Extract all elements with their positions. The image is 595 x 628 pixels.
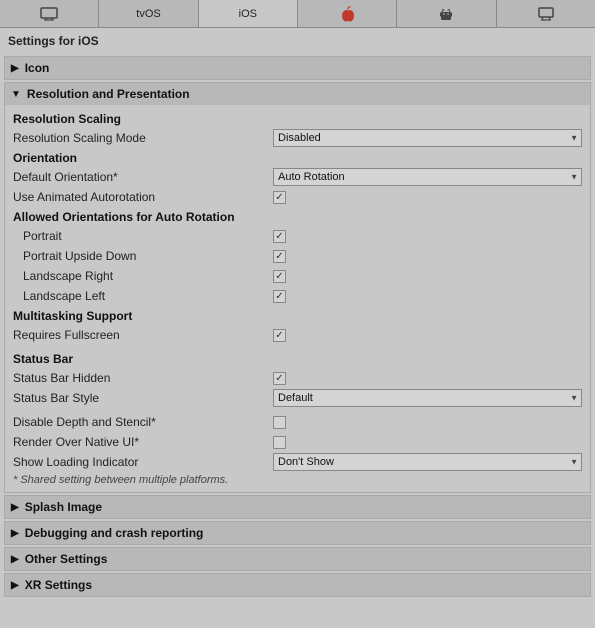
chevron-right-icon-other: ▶ [11, 554, 19, 565]
animated-autorotation-checkbox[interactable] [273, 191, 286, 204]
requires-fullscreen-control [273, 329, 582, 342]
section-debugging-header[interactable]: ▶ Debugging and crash reporting [5, 522, 590, 544]
default-orientation-dropdown[interactable]: Auto Rotation Portrait Landscape Left La… [273, 168, 582, 186]
resolution-scaling-mode-dropdown-wrap: Disabled Fixed DPI FixedWidth FixedHeigh… [273, 129, 582, 147]
portrait-upside-down-checkbox[interactable] [273, 250, 286, 263]
resolution-scaling-mode-control: Disabled Fixed DPI FixedWidth FixedHeigh… [273, 129, 582, 147]
row-status-bar-style: Status Bar Style Default Light Content D… [13, 388, 582, 408]
subsection-resolution-scaling-title: Resolution Scaling [13, 109, 582, 128]
section-xr-header[interactable]: ▶ XR Settings [5, 574, 590, 596]
subsection-status-bar-title: Status Bar [13, 349, 582, 368]
section-debugging: ▶ Debugging and crash reporting [4, 521, 591, 545]
chevron-right-icon-xr: ▶ [11, 580, 19, 591]
section-resolution-header[interactable]: ▼ Resolution and Presentation [5, 83, 590, 105]
disable-depth-control [273, 416, 582, 429]
portrait-checkbox[interactable] [273, 230, 286, 243]
tab-bar: tvOS iOS [0, 0, 595, 28]
tab-other[interactable] [497, 0, 595, 27]
portrait-upside-down-label: Portrait Upside Down [13, 249, 273, 263]
resolution-scaling-mode-label: Resolution Scaling Mode [13, 131, 273, 145]
row-show-loading: Show Loading Indicator Don't Show Always… [13, 452, 582, 472]
android-icon [439, 6, 453, 22]
requires-fullscreen-label: Requires Fullscreen [13, 328, 273, 342]
row-portrait-upside-down: Portrait Upside Down [13, 246, 582, 266]
landscape-right-checkbox[interactable] [273, 270, 286, 283]
landscape-right-label: Landscape Right [13, 269, 273, 283]
section-resolution: ▼ Resolution and Presentation Resolution… [4, 82, 591, 493]
section-resolution-body: Resolution Scaling Resolution Scaling Mo… [5, 105, 590, 492]
show-loading-control: Don't Show Always Only in Editor [273, 453, 582, 471]
landscape-left-control [273, 290, 582, 303]
show-loading-dropdown[interactable]: Don't Show Always Only in Editor [273, 453, 582, 471]
row-requires-fullscreen: Requires Fullscreen [13, 325, 582, 345]
page-title: Settings for iOS [0, 28, 595, 54]
tab-monitor[interactable] [0, 0, 99, 27]
chevron-right-icon: ▶ [11, 63, 19, 74]
section-other: ▶ Other Settings [4, 547, 591, 571]
subsection-orientation-title: Orientation [13, 148, 582, 167]
chevron-down-icon: ▼ [11, 89, 21, 100]
portrait-control [273, 230, 582, 243]
chevron-right-icon-debugging: ▶ [11, 528, 19, 539]
resolution-scaling-mode-dropdown[interactable]: Disabled Fixed DPI FixedWidth FixedHeigh… [273, 129, 582, 147]
default-orientation-label: Default Orientation* [13, 170, 273, 184]
status-bar-style-dropdown[interactable]: Default Light Content Dark Content [273, 389, 582, 407]
row-landscape-right: Landscape Right [13, 266, 582, 286]
default-orientation-control: Auto Rotation Portrait Landscape Left La… [273, 168, 582, 186]
tab-tvos[interactable]: tvOS [99, 0, 198, 27]
portrait-upside-down-control [273, 250, 582, 263]
status-bar-hidden-checkbox[interactable] [273, 372, 286, 385]
requires-fullscreen-checkbox[interactable] [273, 329, 286, 342]
animated-autorotation-label: Use Animated Autorotation [13, 190, 273, 204]
landscape-left-label: Landscape Left [13, 289, 273, 303]
apple-icon [340, 6, 354, 22]
row-render-over-native: Render Over Native UI* [13, 432, 582, 452]
status-bar-style-dropdown-wrap: Default Light Content Dark Content [273, 389, 582, 407]
default-orientation-dropdown-wrap: Auto Rotation Portrait Landscape Left La… [273, 168, 582, 186]
row-landscape-left: Landscape Left [13, 286, 582, 306]
status-bar-hidden-label: Status Bar Hidden [13, 371, 273, 385]
tab-ios[interactable]: iOS [199, 0, 298, 27]
subsection-allowed-orientations-title: Allowed Orientations for Auto Rotation [13, 207, 582, 226]
section-xr: ▶ XR Settings [4, 573, 591, 597]
row-default-orientation: Default Orientation* Auto Rotation Portr… [13, 167, 582, 187]
render-over-native-control [273, 436, 582, 449]
animated-autorotation-control [273, 191, 582, 204]
section-other-header[interactable]: ▶ Other Settings [5, 548, 590, 570]
disable-depth-checkbox[interactable] [273, 416, 286, 429]
row-animated-autorotation: Use Animated Autorotation [13, 187, 582, 207]
section-splash-header[interactable]: ▶ Splash Image [5, 496, 590, 518]
status-bar-hidden-control [273, 372, 582, 385]
show-loading-dropdown-wrap: Don't Show Always Only in Editor [273, 453, 582, 471]
row-status-bar-hidden: Status Bar Hidden [13, 368, 582, 388]
row-disable-depth: Disable Depth and Stencil* [13, 412, 582, 432]
subsection-multitasking-title: Multitasking Support [13, 306, 582, 325]
row-portrait: Portrait [13, 226, 582, 246]
tab-apple[interactable] [298, 0, 397, 27]
status-bar-style-control: Default Light Content Dark Content [273, 389, 582, 407]
show-loading-label: Show Loading Indicator [13, 455, 273, 469]
monitor-icon [40, 7, 58, 21]
section-icon-header[interactable]: ▶ Icon [5, 57, 590, 79]
section-splash: ▶ Splash Image [4, 495, 591, 519]
shared-setting-note: * Shared setting between multiple platfo… [13, 472, 582, 486]
portrait-label: Portrait [13, 229, 273, 243]
render-over-native-label: Render Over Native UI* [13, 435, 273, 449]
landscape-right-control [273, 270, 582, 283]
tab-android[interactable] [397, 0, 496, 27]
section-icon: ▶ Icon [4, 56, 591, 80]
row-resolution-scaling-mode: Resolution Scaling Mode Disabled Fixed D… [13, 128, 582, 148]
render-over-native-checkbox[interactable] [273, 436, 286, 449]
landscape-left-checkbox[interactable] [273, 290, 286, 303]
chevron-right-icon-splash: ▶ [11, 502, 19, 513]
status-bar-style-label: Status Bar Style [13, 391, 273, 405]
display-icon [538, 7, 554, 21]
disable-depth-label: Disable Depth and Stencil* [13, 415, 273, 429]
